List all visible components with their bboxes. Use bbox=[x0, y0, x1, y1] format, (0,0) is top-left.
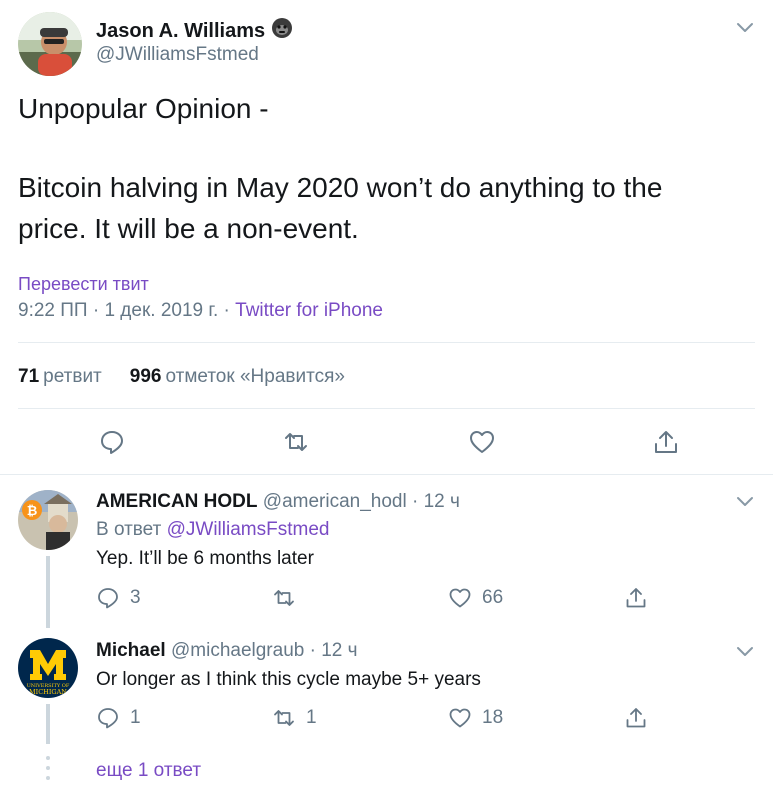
translate-tweet-link[interactable]: Перевести твит bbox=[18, 274, 149, 295]
share-action[interactable] bbox=[624, 586, 648, 610]
reply-author-name[interactable]: AMERICAN HODL bbox=[96, 491, 258, 512]
thread-line bbox=[46, 556, 50, 628]
retweet-stat-label: ретвит bbox=[43, 366, 102, 387]
chevron-down-icon[interactable] bbox=[734, 16, 756, 38]
reply-to-prefix: В ответ bbox=[96, 519, 167, 540]
reply-count: 3 bbox=[130, 587, 141, 608]
tweet-source-link[interactable]: Twitter for iPhone bbox=[235, 300, 383, 321]
share-icon[interactable] bbox=[652, 428, 680, 456]
reply-action[interactable]: 1 bbox=[96, 706, 141, 730]
like-heart-icon bbox=[449, 708, 471, 728]
reply-author-handle[interactable]: @michaelgraub · 12 ч bbox=[171, 640, 358, 661]
like-stat[interactable]: 996 отметок «Нравится» bbox=[130, 366, 345, 388]
show-more-replies-link[interactable]: еще 1 ответ bbox=[96, 760, 201, 782]
author-avatar[interactable] bbox=[18, 12, 82, 76]
reply-text: Yep. It’ll be 6 months later bbox=[96, 548, 314, 569]
thread-line bbox=[46, 704, 50, 744]
reply-text: Or longer as I think this cycle maybe 5+… bbox=[96, 669, 481, 690]
like-action[interactable]: 18 bbox=[448, 706, 503, 730]
divider bbox=[18, 342, 755, 343]
svg-text:₿: ₿ bbox=[27, 504, 38, 519]
like-heart-icon[interactable] bbox=[468, 428, 496, 456]
tweet-text-line-1: Unpopular Opinion - bbox=[18, 93, 269, 124]
reply-avatar-american-hodl[interactable]: ₿ bbox=[18, 490, 78, 550]
like-count: 66 bbox=[482, 587, 504, 608]
like-count: 996 bbox=[129, 366, 162, 387]
author-handle[interactable]: @JWilliamsFstmed bbox=[96, 44, 259, 66]
reply-count: 1 bbox=[130, 707, 141, 728]
reply-to-line: В ответ @JWilliamsFstmed bbox=[96, 519, 329, 541]
reply-author-name[interactable]: Michael bbox=[96, 640, 166, 661]
retweet-icon bbox=[274, 710, 294, 726]
like-count: 18 bbox=[482, 707, 504, 728]
reply-author-handle[interactable]: @american_hodl · 12 ч bbox=[263, 491, 460, 512]
tweet-meta: 9:22 ПП · 1 дек. 2019 г. · Twitter for i… bbox=[18, 300, 383, 322]
chevron-down-icon[interactable] bbox=[734, 490, 756, 512]
reply-icon bbox=[98, 588, 118, 609]
reply-header: Michael @michaelgraub · 12 ч bbox=[96, 640, 358, 662]
thread-dots bbox=[46, 756, 50, 786]
reply-icon[interactable] bbox=[98, 428, 126, 456]
tweet-stats: 71 ретвит 996 отметок «Нравится» bbox=[18, 366, 345, 388]
retweet-action[interactable]: 1 bbox=[272, 706, 317, 730]
retweet-icon bbox=[274, 590, 294, 606]
share-action[interactable] bbox=[624, 706, 648, 730]
divider bbox=[18, 408, 755, 409]
like-stat-label: отметок «Нравится» bbox=[165, 366, 345, 387]
retweet-count: 71 bbox=[18, 366, 40, 387]
divider bbox=[0, 474, 773, 475]
share-icon bbox=[626, 588, 646, 608]
like-action[interactable]: 66 bbox=[448, 586, 503, 610]
reply-header: AMERICAN HODL @american_hodl · 12 ч bbox=[96, 491, 460, 513]
gorilla-badge-icon bbox=[271, 17, 293, 45]
like-heart-icon bbox=[449, 588, 471, 608]
retweet-action[interactable] bbox=[272, 586, 306, 610]
retweet-icon[interactable] bbox=[282, 428, 310, 456]
chevron-down-icon[interactable] bbox=[734, 640, 756, 662]
tweet-text-line-2: Bitcoin halving in May 2020 won’t do any… bbox=[18, 172, 663, 203]
tweet-timestamp[interactable]: 9:22 ПП · 1 дек. 2019 г. · bbox=[18, 300, 235, 321]
reply-icon bbox=[98, 708, 118, 729]
tweet-text-line-3: price. It will be a non-event. bbox=[18, 213, 359, 244]
author-name[interactable]: Jason A. Williams bbox=[96, 17, 293, 45]
reply-action[interactable]: 3 bbox=[96, 586, 141, 610]
reply-to-handle-link[interactable]: @JWilliamsFstmed bbox=[167, 519, 330, 540]
author-name-text[interactable]: Jason A. Williams bbox=[96, 20, 265, 43]
retweet-count: 1 bbox=[306, 707, 317, 728]
avatar-text-michigan: MICHIGAN bbox=[29, 688, 67, 696]
retweet-stat[interactable]: 71 ретвит bbox=[18, 366, 102, 388]
share-icon bbox=[626, 708, 646, 728]
reply-avatar-michael[interactable]: UNIVERSITY OF MICHIGAN bbox=[18, 638, 78, 698]
